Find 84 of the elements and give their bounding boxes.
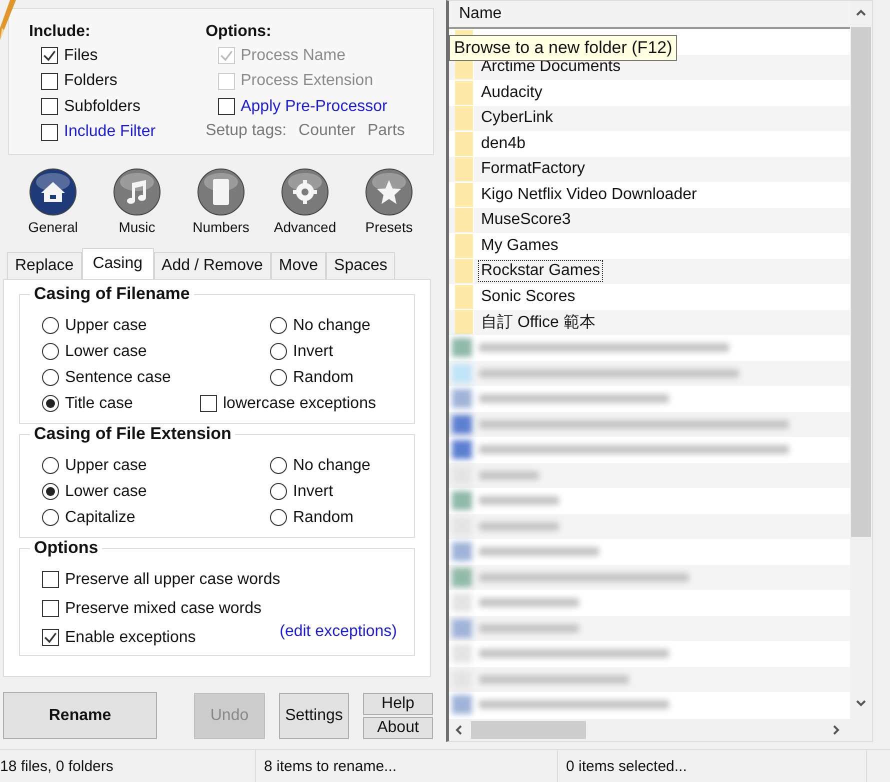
radio-button[interactable]: [270, 483, 287, 500]
tab[interactable]: Add / Remove: [154, 252, 271, 279]
tag-link[interactable]: Counter: [298, 122, 356, 140]
preprocessor-link[interactable]: Apply Pre-Processor: [240, 98, 388, 116]
checkbox-label: Folders: [64, 72, 118, 90]
option-label: lowercase exceptions: [223, 394, 376, 413]
group-title: Casing of File Extension: [30, 424, 236, 444]
option-label: Lower case: [65, 482, 147, 501]
checkbox[interactable]: [218, 98, 235, 116]
radio-button[interactable]: [42, 483, 59, 500]
checkbox-label: Preserve mixed case words: [65, 600, 262, 618]
help-button[interactable]: Help: [363, 693, 433, 715]
option-label: No change: [293, 456, 370, 475]
checkbox[interactable]: [200, 395, 217, 412]
mode-button[interactable]: Presets: [347, 168, 431, 235]
checkbox[interactable]: [41, 98, 58, 116]
about-button[interactable]: About: [363, 717, 433, 739]
radio-button[interactable]: [270, 343, 287, 360]
checkbox-label: Preserve all upper case words: [65, 570, 280, 588]
radio-button[interactable]: [270, 457, 287, 474]
tab[interactable]: Move: [270, 252, 326, 279]
radio-button[interactable]: [42, 457, 59, 474]
folder-name[interactable]: Kigo Netflix Video Downloader: [478, 184, 700, 206]
mode-button[interactable]: General: [11, 168, 95, 235]
radio-button[interactable]: [42, 343, 59, 360]
status-text: 8 items to rename...: [256, 750, 558, 782]
filter-link[interactable]: Include Filter: [64, 123, 156, 142]
checkbox[interactable]: [42, 629, 59, 646]
checkbox[interactable]: [41, 124, 58, 141]
tab[interactable]: Replace: [7, 252, 82, 279]
pencil-drawing: [0, 0, 16, 40]
option-label: Invert: [293, 482, 334, 501]
folder-name[interactable]: Rockstar Games: [478, 260, 604, 282]
checkbox-label: Files: [64, 46, 98, 65]
option-label: Upper case: [65, 316, 147, 335]
radio-button[interactable]: [42, 317, 59, 334]
checkbox-label: Enable exceptions: [65, 628, 196, 646]
radio-button[interactable]: [42, 509, 59, 526]
include-heading: Include:: [29, 23, 92, 41]
rename-button[interactable]: Rename: [3, 692, 157, 739]
vertical-scrollbar[interactable]: [850, 1, 872, 741]
tab[interactable]: Spaces: [326, 252, 396, 279]
checkbox[interactable]: [41, 72, 58, 90]
option-label: Random: [293, 368, 354, 387]
tab[interactable]: Casing: [82, 248, 154, 279]
options-heading: Options:: [206, 23, 272, 41]
option-label: Invert: [293, 342, 334, 361]
option-label: Random: [293, 508, 354, 527]
folder-name[interactable]: CyberLink: [478, 107, 556, 130]
edit-exceptions-link[interactable]: (edit exceptions): [280, 623, 397, 641]
checkbox[interactable]: [41, 47, 58, 64]
tooltip: Browse to a new folder (F12): [449, 35, 678, 61]
name-column-header[interactable]: Name: [449, 1, 850, 29]
checkbox-label: Process Name: [240, 46, 346, 65]
radio-button[interactable]: [42, 369, 59, 386]
mode-button[interactable]: Numbers: [179, 168, 263, 235]
option-label: Sentence case: [65, 368, 171, 387]
option-label: Title case: [65, 394, 133, 413]
mode-button[interactable]: Advanced: [263, 168, 347, 235]
radio-button[interactable]: [42, 395, 59, 412]
group-title: Casing of Filename: [30, 284, 194, 304]
checkbox[interactable]: [42, 571, 59, 588]
option-label: Upper case: [65, 456, 147, 475]
settings-button[interactable]: Settings: [279, 693, 349, 739]
checkbox-label: Process Extension: [240, 72, 374, 90]
radio-button[interactable]: [270, 509, 287, 526]
setup-tags-label: Setup tags:: [206, 122, 287, 140]
option-label: Lower case: [65, 342, 147, 361]
folder-name[interactable]: Audacity: [478, 82, 546, 104]
status-text: 18 files, 0 folders: [0, 750, 256, 782]
mode-button[interactable]: Music: [95, 168, 179, 235]
folder-name[interactable]: den4b: [478, 132, 528, 155]
folder-name[interactable]: Sonic Scores: [478, 286, 578, 308]
radio-button[interactable]: [270, 317, 287, 334]
group-title: Options: [30, 538, 102, 558]
checkbox-label: Subfolders: [64, 98, 140, 116]
folder-name[interactable]: My Games: [478, 234, 562, 257]
option-label: No change: [293, 316, 370, 335]
tag-link[interactable]: Parts: [367, 122, 405, 140]
checkbox[interactable]: [42, 600, 59, 617]
option-label: Capitalize: [65, 508, 136, 527]
horizontal-scrollbar[interactable]: [449, 719, 850, 741]
radio-button[interactable]: [270, 369, 287, 386]
status-text: 0 items selected...: [558, 750, 867, 782]
